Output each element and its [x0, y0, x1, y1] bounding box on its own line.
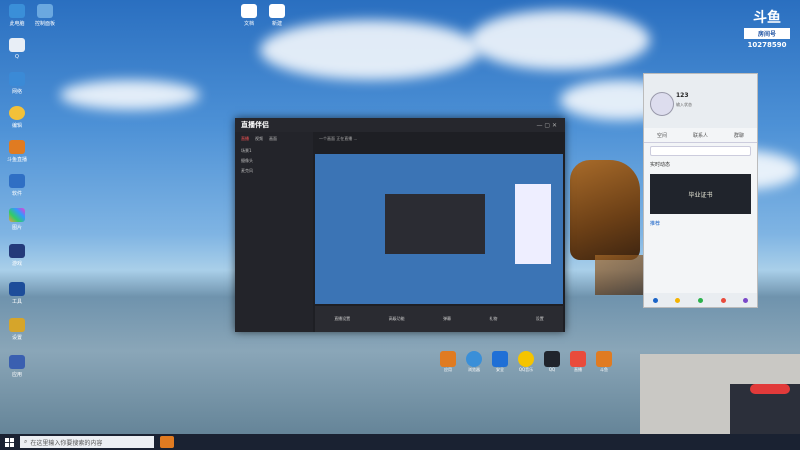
desktop-icon-software[interactable]: 软件 [6, 174, 28, 197]
chat-bottom-bar [644, 293, 757, 307]
desktop-icon-pictures[interactable]: 图片 [6, 208, 28, 231]
tab-canvas[interactable]: 画面 [269, 136, 277, 142]
desktop-icon-control-panel[interactable]: 控制面板 [34, 4, 56, 27]
taskbar-app-douyu[interactable] [160, 436, 174, 448]
desktop-file-2[interactable]: 新建 [266, 4, 288, 27]
taskbar-search-input[interactable]: ⌕ 在这里输入你要搜索的内容 [20, 436, 154, 448]
windows-icon [4, 437, 14, 447]
desktop-icon-edit[interactable]: 编辑 [6, 106, 28, 129]
streaming-titlebar: 直播伴侣 — ▢ ✕ [235, 118, 565, 132]
search-icon: ⌕ [24, 438, 28, 445]
desktop-icon-tools[interactable]: 工具 [6, 282, 28, 305]
dock-item-douyu[interactable]: 斗鱼 [596, 351, 612, 373]
nickname: 123 [676, 92, 689, 99]
chat-panel[interactable]: 123 输入状态 空间 联系人 群聊 实时动态 毕业证书 推荐 [643, 73, 758, 308]
desktop-dock: 应用 浏览器 安全 QQ音乐 QQ 直播 斗鱼 [440, 351, 612, 373]
dock-item-music[interactable]: QQ音乐 [518, 351, 534, 373]
status-text: 输入状态 [676, 102, 692, 107]
taskbar: ⌕ 在这里输入你要搜索的内容 [0, 434, 800, 450]
streaming-software-window[interactable]: 直播伴侣 — ▢ ✕ 直播 视频 画面 场景1 摄像头 麦克风 一个画面 正在直… [235, 118, 565, 332]
streaming-toolbar: 直播设置 高级功能 弹幕 礼物 设置 [315, 306, 563, 332]
app-icon-4[interactable] [720, 297, 726, 303]
tab-video[interactable]: 视频 [255, 136, 263, 142]
desktop-icon-this-pc[interactable]: 此电脑 [6, 4, 28, 27]
desktop-icon-settings[interactable]: 设置 [6, 318, 28, 341]
side-item-camera[interactable]: 摄像头 [235, 156, 313, 166]
tab-space[interactable]: 空间 [657, 132, 667, 139]
streaming-logo: 直播伴侣 [241, 121, 269, 129]
window-controls[interactable]: — ▢ ✕ [536, 122, 557, 129]
toolbar-item-config[interactable]: 设置 [536, 316, 544, 322]
side-item-mic[interactable]: 麦克风 [235, 166, 313, 176]
preview-canvas[interactable] [315, 154, 563, 304]
app-icon-3[interactable] [697, 297, 703, 303]
toolbar-item-settings[interactable]: 直播设置 [334, 316, 350, 322]
certificate-card[interactable]: 毕业证书 [650, 174, 751, 214]
toolbar-item-danmaku[interactable]: 弹幕 [443, 316, 451, 322]
dock-item-browser[interactable]: 浏览器 [466, 351, 482, 373]
dock-item-qq[interactable]: QQ [544, 351, 560, 373]
app-icon-5[interactable] [743, 297, 749, 303]
app-icon-2[interactable] [675, 297, 681, 303]
chat-tabs: 空间 联系人 群聊 [644, 128, 757, 143]
desktop-icon-network[interactable]: 网络 [6, 72, 28, 95]
avatar[interactable] [650, 92, 674, 116]
desktop-icon-games[interactable]: 游戏 [6, 244, 28, 267]
recommend-link[interactable]: 推荐 [644, 218, 757, 229]
chat-header: 123 输入状态 [644, 74, 757, 128]
dock-item-app[interactable]: 应用 [440, 351, 456, 373]
scene-sidebar: 直播 视频 画面 场景1 摄像头 麦克风 [235, 132, 313, 332]
chat-search-input[interactable] [650, 146, 751, 156]
start-button[interactable] [0, 434, 18, 450]
desktop-file-1[interactable]: 文档 [238, 4, 260, 27]
dock-item-security[interactable]: 安全 [492, 351, 508, 373]
toolbar-item-gift[interactable]: 礼物 [489, 316, 497, 322]
douyu-logo: 斗鱼 房间号 10278590 [744, 10, 790, 56]
tab-contacts[interactable]: 联系人 [693, 132, 708, 139]
dock-item-live[interactable]: 直播 [570, 351, 586, 373]
desktop-background: 斗鱼 房间号 10278590 此电脑 控制面板 Q 网络 编辑 斗鱼直播 软件… [0, 0, 800, 450]
desktop-icon-app[interactable]: 应用 [6, 355, 28, 378]
feed-item[interactable]: 实时动态 [644, 159, 757, 170]
toolbar-item-advanced[interactable]: 高级功能 [389, 316, 405, 322]
app-icon-1[interactable] [652, 297, 658, 303]
desktop-icon-douyu[interactable]: 斗鱼直播 [6, 140, 28, 163]
tab-groups[interactable]: 群聊 [734, 132, 744, 139]
desktop-icon-q[interactable]: Q [6, 38, 28, 60]
side-item-scene[interactable]: 场景1 [235, 146, 313, 156]
tab-live[interactable]: 直播 [241, 136, 249, 142]
